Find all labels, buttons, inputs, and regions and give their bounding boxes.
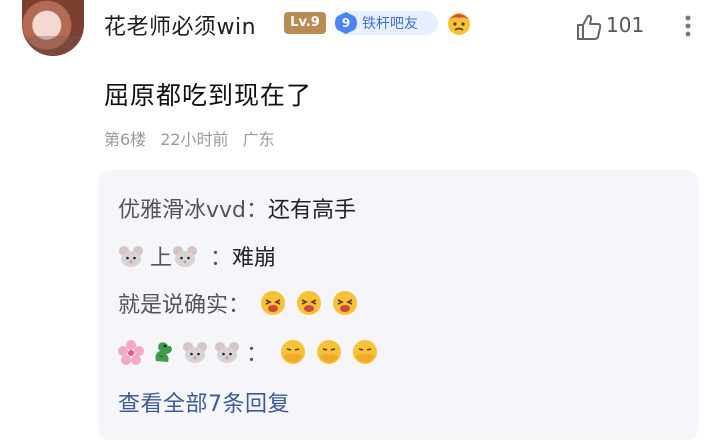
reply-separator: ：	[210, 246, 233, 271]
reply-item[interactable]: 就是说确实 ：	[118, 287, 364, 319]
reply-text: 还有高手	[268, 198, 357, 223]
reply-item[interactable]: 优雅滑冰vvd ： 还有高手	[118, 192, 356, 224]
thumbs-up-icon[interactable]	[574, 12, 604, 42]
mouse-emoji-icon	[215, 342, 239, 363]
reply-box: 优雅滑冰vvd ： 还有高手 上 ： 难崩 就是说确实 ： ： 查看全部7条回复	[98, 170, 698, 440]
reply-item[interactable]: ：	[118, 336, 384, 368]
username[interactable]: 花老师必须win	[104, 9, 256, 41]
post-content: 屈原都吃到现在了	[104, 81, 313, 110]
mouse-emoji-icon	[173, 246, 198, 267]
level-badge: Lv.9	[284, 12, 326, 34]
post-time: 22小时前	[160, 130, 229, 149]
reply-item[interactable]: 上 ： 难崩	[118, 240, 276, 272]
floor-number: 第6楼	[104, 130, 147, 149]
reply-author-text[interactable]: 上	[150, 240, 172, 272]
reply-separator: ：	[228, 293, 251, 318]
fan-badge-number: 9	[335, 12, 357, 34]
dragon-emoji-icon	[155, 342, 172, 362]
like-count: 101	[606, 13, 645, 37]
laughing-emoji-icon	[333, 291, 358, 315]
worried-emoji-icon	[448, 13, 470, 35]
facepalm-emoji-icon	[281, 340, 306, 364]
reply-author[interactable]: 就是说确实	[118, 287, 228, 319]
facepalm-emoji-icon	[353, 340, 378, 364]
fan-badge-label: 铁杆吧友	[362, 16, 418, 32]
reply-separator: ：	[246, 198, 269, 223]
facepalm-emoji-icon	[317, 340, 342, 364]
fan-badge[interactable]: 9 铁杆吧友	[334, 11, 438, 35]
view-all-replies-link[interactable]: 查看全部7条回复	[118, 386, 290, 418]
avatar[interactable]	[22, 0, 84, 56]
post-location: 广东	[242, 130, 275, 149]
more-dots-icon[interactable]	[676, 14, 700, 38]
mouse-emoji-icon	[183, 342, 207, 363]
reply-separator: ：	[246, 342, 269, 367]
reply-text: 难崩	[232, 246, 277, 271]
cherry-blossom-emoji-icon	[118, 340, 144, 365]
laughing-emoji-icon	[297, 291, 322, 315]
reply-author[interactable]: 优雅滑冰vvd	[118, 192, 246, 224]
mouse-emoji-icon	[119, 246, 143, 267]
post-meta: 第6楼 22小时前 广东	[104, 126, 275, 150]
laughing-emoji-icon	[261, 291, 286, 315]
